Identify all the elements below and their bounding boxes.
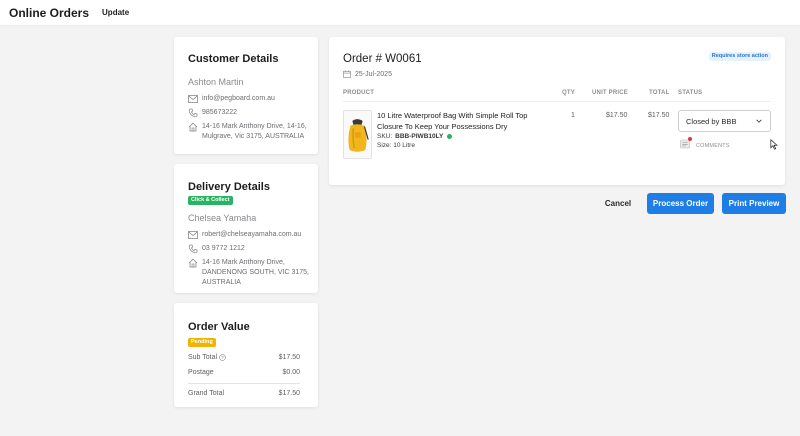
process-order-button[interactable]: Process Order — [647, 193, 714, 214]
home-icon — [188, 122, 198, 132]
page-title: Online Orders — [9, 5, 90, 20]
table-header-divider — [343, 101, 771, 102]
status-select[interactable]: Closed by BBB — [678, 110, 771, 132]
sub-total-row: Sub Total ? $17.50 — [188, 354, 300, 361]
dry-bag-image — [348, 119, 369, 152]
sub-total-label: Sub Total — [188, 354, 218, 361]
delivery-email-row: robert@chelseayamaha.com.au — [188, 230, 301, 240]
pending-badge: Pending — [188, 338, 216, 347]
status-value: Closed by BBB — [686, 116, 737, 126]
col-qty: QTY — [562, 90, 575, 96]
print-preview-button[interactable]: Print Preview — [722, 193, 786, 214]
col-product: PRODUCT — [343, 90, 375, 96]
info-icon[interactable]: ? — [219, 354, 226, 361]
phone-icon — [188, 244, 198, 254]
sku-label: SKU: — [377, 133, 393, 140]
delivery-address-row: 14-16 Mark Anthony Drive, DANDENONG SOUT… — [188, 258, 313, 288]
product-sku: BBB-PIWB10LY — [395, 133, 444, 140]
order-date-row: 25-Jul-2025 — [343, 70, 392, 78]
item-qty: 1 — [571, 112, 575, 119]
delivery-details-card: Delivery Details Click & Collect Chelsea… — [174, 164, 318, 293]
customer-details-card: Customer Details Ashton Martin info@pegb… — [174, 37, 318, 154]
customer-address: 14-16 Mark Anthony Drive, 14-16, Mulgrav… — [202, 123, 307, 140]
comment-icon — [680, 137, 692, 149]
delivery-details-heading: Delivery Details — [188, 181, 270, 193]
product-thumbnail[interactable] — [343, 110, 372, 159]
top-bar: Online Orders Update — [0, 0, 800, 26]
chevron-down-icon — [756, 119, 762, 123]
sub-total-value: $17.50 — [278, 354, 300, 361]
svg-text:?: ? — [221, 355, 224, 360]
order-value-divider — [188, 383, 300, 384]
cancel-button[interactable]: Cancel — [599, 193, 637, 213]
calendar-icon — [343, 70, 351, 78]
in-stock-dot — [447, 134, 453, 139]
comments-label: COMMENTS — [696, 143, 730, 149]
mail-icon — [188, 94, 198, 104]
customer-name: Ashton Martin — [188, 77, 244, 87]
customer-details-heading: Customer Details — [188, 53, 279, 65]
update-link[interactable]: Update — [102, 8, 129, 17]
customer-email[interactable]: info@pegboard.com.au — [202, 94, 275, 104]
postage-label: Postage — [188, 369, 214, 376]
delivery-name: Chelsea Yamaha — [188, 213, 257, 223]
order-card: Order # W0061 Requires store action 25-J… — [329, 37, 785, 185]
order-value-card: Order Value Pending Sub Total ? $17.50 P… — [174, 303, 318, 407]
delivery-phone-row: 03 9772 1212 — [188, 244, 245, 254]
grand-total-row: Grand Total $17.50 — [188, 390, 300, 397]
delivery-email[interactable]: robert@chelseayamaha.com.au — [202, 230, 301, 240]
comments-button[interactable]: COMMENTS — [680, 137, 730, 149]
product-sku-row: SKU: BBB-PIWB10LY — [377, 133, 453, 140]
col-status: STATUS — [678, 90, 703, 96]
col-total: TOTAL — [649, 90, 670, 96]
customer-email-row: info@pegboard.com.au — [188, 94, 275, 104]
requires-action-badge: Requires store action — [708, 52, 771, 61]
order-date: 25-Jul-2025 — [355, 70, 392, 78]
grand-total-label: Grand Total — [188, 390, 225, 397]
product-name[interactable]: 10 Litre Waterproof Bag With Simple Roll… — [377, 110, 547, 132]
product-size: Size: 10 Litre — [377, 142, 415, 149]
click-collect-badge: Click & Collect — [188, 196, 233, 205]
comment-notification-dot — [688, 137, 692, 141]
phone-icon — [188, 108, 198, 118]
order-value-heading: Order Value — [188, 321, 250, 333]
delivery-phone[interactable]: 03 9772 1212 — [202, 244, 245, 254]
col-unit-price: UNIT PRICE — [592, 90, 629, 96]
mouse-cursor-icon — [770, 139, 778, 150]
grand-total-value: $17.50 — [278, 390, 300, 397]
postage-value: $0.00 — [282, 369, 300, 376]
order-title: Order # W0061 — [343, 53, 422, 65]
delivery-address: 14-16 Mark Anthony Drive, DANDENONG SOUT… — [202, 259, 309, 286]
customer-phone-row: 985673222 — [188, 108, 237, 118]
home-icon — [188, 258, 198, 268]
item-unit-price: $17.50 — [606, 112, 628, 119]
postage-row: Postage $0.00 — [188, 369, 300, 376]
mail-icon — [188, 230, 198, 240]
customer-phone[interactable]: 985673222 — [202, 108, 237, 118]
customer-address-row: 14-16 Mark Anthony Drive, 14-16, Mulgrav… — [188, 122, 308, 142]
item-total: $17.50 — [648, 112, 670, 119]
